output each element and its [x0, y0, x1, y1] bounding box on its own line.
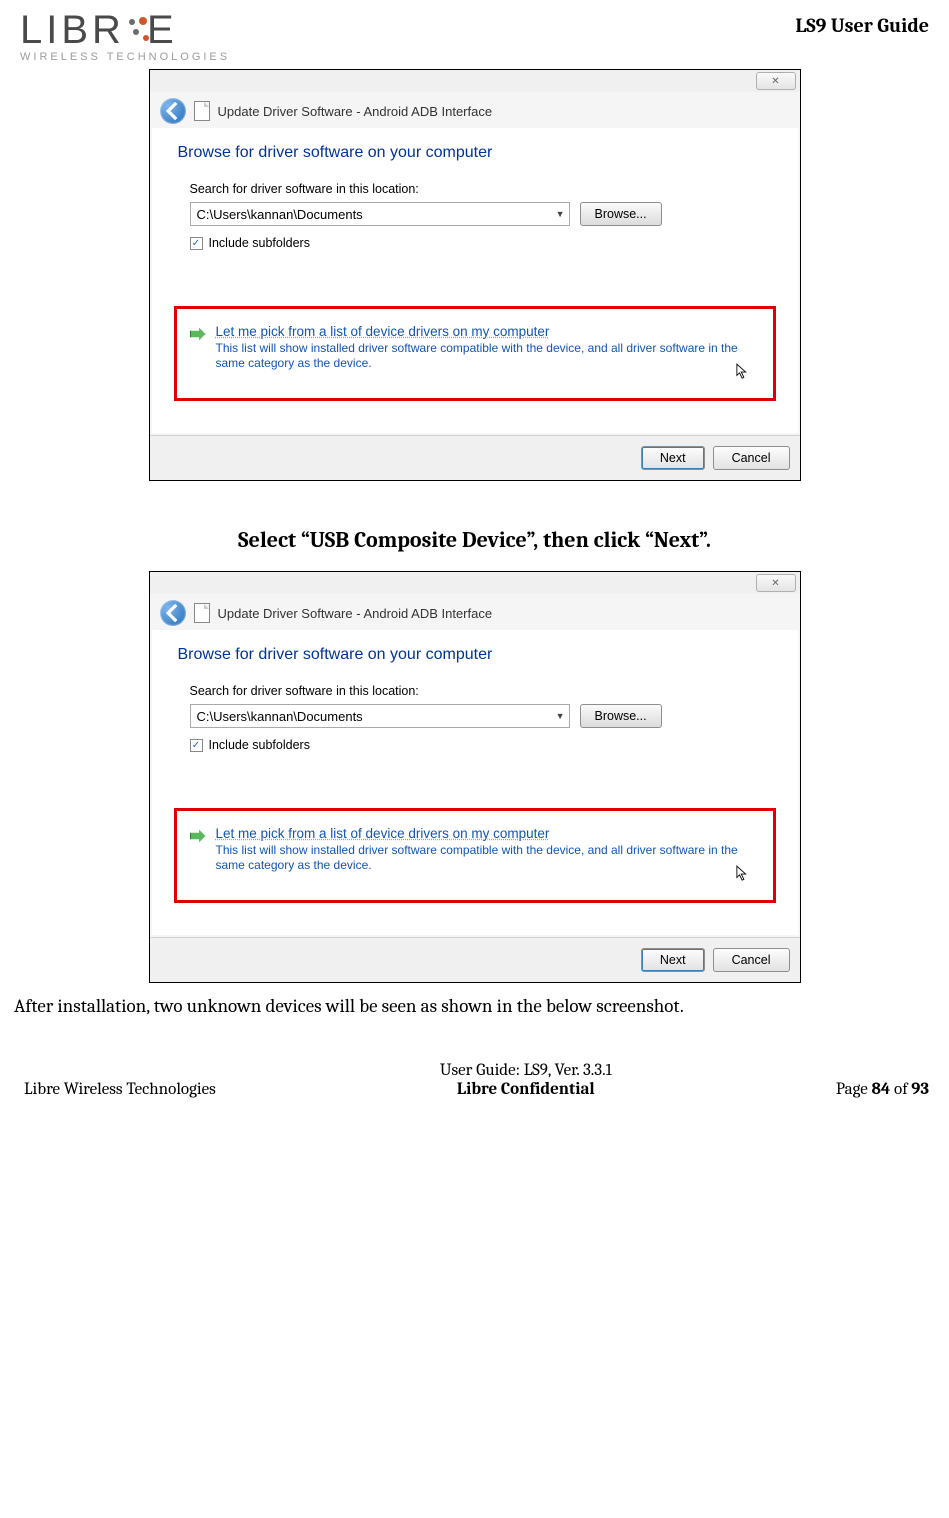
browse-button[interactable]: Browse...: [580, 202, 662, 226]
option-title: Let me pick from a list of device driver…: [216, 324, 756, 339]
cancel-button[interactable]: Cancel: [713, 446, 790, 470]
libre-logo: LIBR E WIRELESS TECHNOLOGIES: [20, 10, 230, 63]
page-prefix: Page: [836, 1080, 872, 1099]
cursor-icon: [736, 363, 750, 381]
next-button[interactable]: Next: [641, 446, 705, 470]
cancel-button[interactable]: Cancel: [713, 948, 790, 972]
logo-dots-icon: [129, 15, 151, 45]
driver-dialog-1: ✕ Update Driver Software - Android ADB I…: [149, 69, 801, 481]
pick-from-list-option[interactable]: Let me pick from a list of device driver…: [185, 821, 765, 882]
page-total: 93: [911, 1080, 929, 1099]
dialog-title: Update Driver Software - Android ADB Int…: [218, 104, 493, 119]
path-combobox[interactable]: C:\Users\kannan\Documents ▼: [190, 704, 570, 728]
include-subfolders-label: Include subfolders: [209, 236, 310, 250]
include-subfolders-checkbox[interactable]: ✓: [190, 739, 203, 752]
after-install-text: After installation, two unknown devices …: [14, 995, 935, 1017]
dialog-heading: Browse for driver software on your compu…: [178, 144, 776, 162]
close-button[interactable]: ✕: [756, 574, 796, 592]
include-subfolders-label: Include subfolders: [209, 738, 310, 752]
guide-title: LS9 User Guide: [796, 10, 929, 37]
page-icon: [194, 101, 210, 121]
document-footer: Libre Wireless Technologies User Guide: …: [10, 1057, 939, 1105]
next-button[interactable]: Next: [641, 948, 705, 972]
highlighted-option: Let me pick from a list of device driver…: [174, 306, 776, 401]
path-value: C:\Users\kannan\Documents: [197, 709, 363, 724]
pick-from-list-option[interactable]: Let me pick from a list of device driver…: [185, 319, 765, 380]
footer-center: User Guide: LS9, Ver. 3.3.1 Libre Confid…: [440, 1061, 612, 1099]
back-button[interactable]: [160, 98, 186, 124]
page-number: 84: [871, 1080, 890, 1099]
driver-dialog-2: ✕ Update Driver Software - Android ADB I…: [149, 571, 801, 983]
footer-version: User Guide: LS9, Ver. 3.3.1: [440, 1061, 612, 1080]
highlighted-option: Let me pick from a list of device driver…: [174, 808, 776, 903]
include-subfolders-checkbox[interactable]: ✓: [190, 237, 203, 250]
path-combobox[interactable]: C:\Users\kannan\Documents ▼: [190, 202, 570, 226]
dialog-title: Update Driver Software - Android ADB Int…: [218, 606, 493, 621]
logo-text-part2: E: [147, 10, 178, 50]
footer-left: Libre Wireless Technologies: [24, 1080, 216, 1099]
browse-button[interactable]: Browse...: [580, 704, 662, 728]
path-value: C:\Users\kannan\Documents: [197, 207, 363, 222]
logo-text-part1: LIBR: [20, 10, 125, 50]
logo-subtitle: WIRELESS TECHNOLOGIES: [20, 52, 230, 63]
search-location-label: Search for driver software in this locat…: [190, 182, 776, 196]
page-icon: [194, 603, 210, 623]
footer-confidential: Libre Confidential: [440, 1080, 612, 1099]
search-location-label: Search for driver software in this locat…: [190, 684, 776, 698]
logo-word: LIBR E: [20, 10, 230, 50]
document-header: LIBR E WIRELESS TECHNOLOGIES LS9 User Gu…: [10, 10, 939, 69]
dialog-titlebar: ✕: [150, 70, 800, 92]
instruction-step: Select “USB Composite Device”, then clic…: [10, 527, 939, 553]
dialog-titlebar: ✕: [150, 572, 800, 594]
option-title: Let me pick from a list of device driver…: [216, 826, 756, 841]
close-button[interactable]: ✕: [756, 72, 796, 90]
cursor-icon: [736, 865, 750, 883]
dialog-heading: Browse for driver software on your compu…: [178, 646, 776, 664]
chevron-down-icon: ▼: [556, 209, 565, 219]
back-button[interactable]: [160, 600, 186, 626]
page-mid: of: [890, 1080, 911, 1099]
option-description: This list will show installed driver sof…: [216, 341, 756, 371]
footer-page: Page 84 of 93: [836, 1080, 929, 1099]
chevron-down-icon: ▼: [556, 711, 565, 721]
option-description: This list will show installed driver sof…: [216, 843, 756, 873]
